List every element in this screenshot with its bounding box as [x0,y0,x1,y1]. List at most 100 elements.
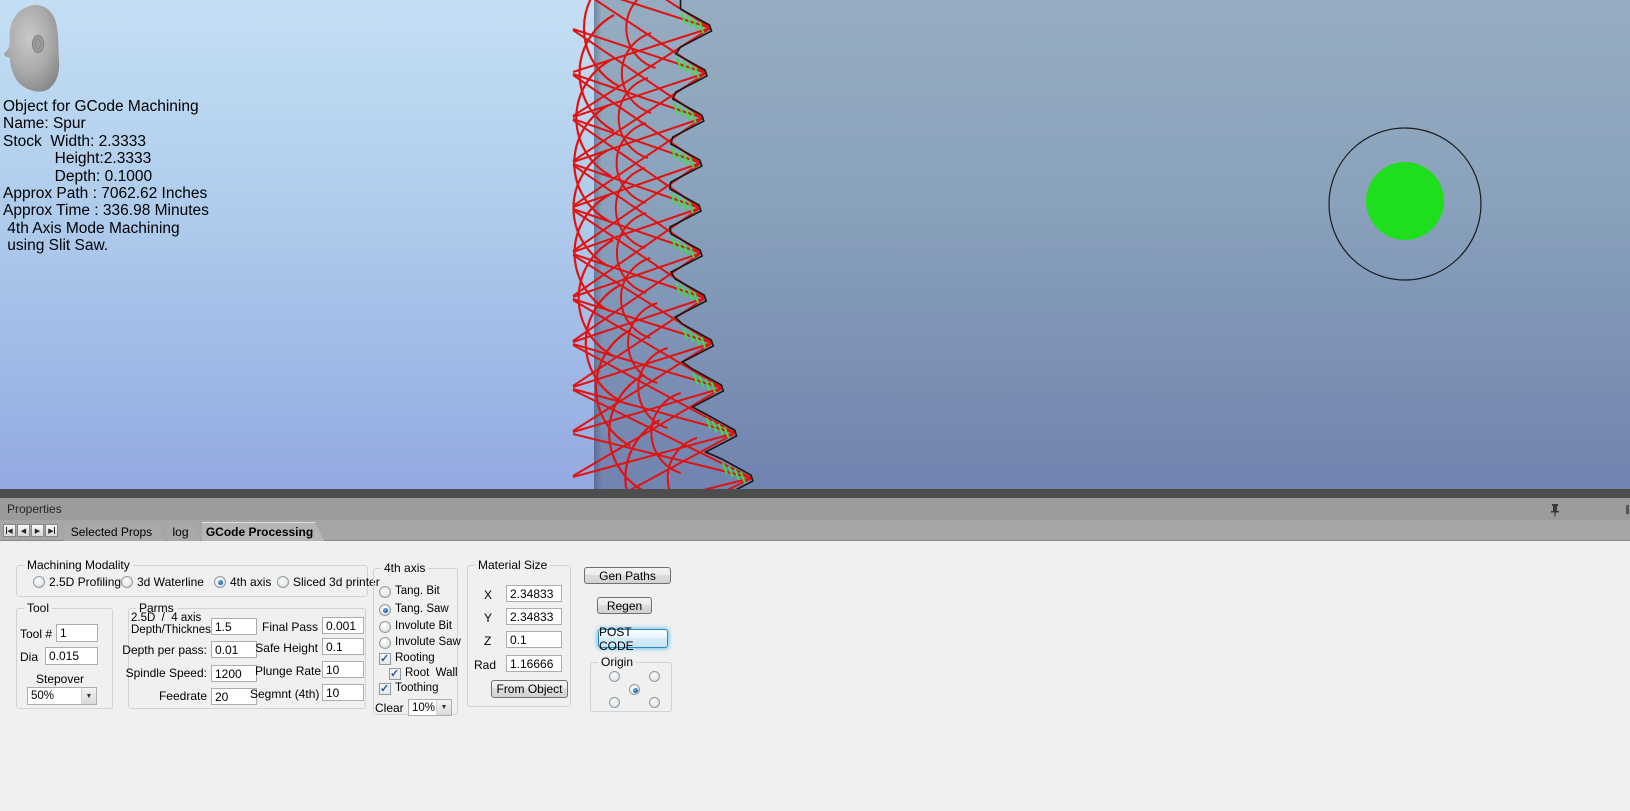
safe-height-label: Safe Height [255,641,318,655]
origin-bottom-right-radio[interactable] [649,697,660,708]
group-label: Tool [24,601,52,615]
origin-bottom-left-radio[interactable] [609,697,620,708]
stepover-label: Stepover [36,672,84,686]
radio-involute-bit[interactable] [379,621,391,633]
material-rad-label: Rad [474,658,496,672]
regen-button[interactable]: Regen [597,597,652,614]
segment-4th-label: Segmnt (4th) [250,687,318,701]
plunge-rate-label: Plunge Rate [255,664,318,678]
panel-divider[interactable] [0,489,1630,498]
post-code-button[interactable]: POST CODE [598,629,668,648]
pin-icon[interactable] [1549,503,1561,517]
from-object-button[interactable]: From Object [491,680,568,698]
gear-toolpath-svg [0,0,1630,489]
radio-label: Tang. Saw [395,603,449,615]
tab-label: Selected Props [71,525,152,539]
info-line: using Slit Saw. [3,237,209,254]
safe-height-input[interactable] [322,638,364,655]
stepover-value: 50% [28,688,81,704]
material-y-label: Y [484,611,492,625]
material-rad-input[interactable] [506,655,562,672]
spindle-speed-input[interactable] [211,665,257,682]
properties-title: Properties [7,502,62,516]
info-line: Approx Time : 336.98 Minutes [3,202,209,219]
viewport-3d[interactable]: Object for GCode Machining Name: Spur St… [0,0,1630,489]
checkbox-label: Root Wall [405,667,458,679]
depth-thickness-input[interactable] [211,618,257,635]
origin-center-radio[interactable] [629,684,640,695]
radio-label: 3d Waterline [137,575,204,589]
clear-label: Clear [375,701,404,715]
info-line: Approx Path : 7062.62 Inches [3,185,209,202]
properties-titlebar: Properties [0,498,1630,520]
origin-top-left-radio[interactable] [609,671,620,682]
tab-nav-last-button[interactable]: ▶ [45,524,58,537]
depth-thickness-label-2: Depth/Thickness [131,624,217,636]
depth-per-pass-label: Depth per pass: [119,643,207,657]
origin-top-right-radio[interactable] [649,671,660,682]
info-line: Depth: 0.1000 [3,168,209,185]
clear-value: 10% [409,700,436,715]
segment-4th-input[interactable] [322,684,364,701]
material-z-input[interactable] [506,631,562,648]
info-line: Object for GCode Machining [3,98,209,115]
info-line: Height:2.3333 [3,150,209,167]
gen-paths-button[interactable]: Gen Paths [584,567,671,584]
tool-number-label: Tool # [20,627,52,641]
final-pass-label: Final Pass [262,620,318,634]
radio-sliced-3d-printer[interactable] [277,576,289,588]
plunge-rate-input[interactable] [322,661,364,678]
dia-label: Dia [20,650,38,664]
clear-select[interactable]: 10% ▼ [408,699,452,716]
final-pass-input[interactable] [322,617,364,634]
radio-label: Sliced 3d printer [293,575,380,589]
info-line: Stock Width: 2.3333 [3,133,209,150]
radio-3d-waterline[interactable] [121,576,133,588]
checkbox-root-wall[interactable] [389,668,401,680]
checkbox-rooting[interactable] [379,653,391,665]
radio-tang-bit[interactable] [379,586,391,598]
checkbox-label: Rooting [395,652,435,664]
spindle-speed-label: Spindle Speed: [119,666,207,680]
radio-label: Tang. Bit [395,585,440,597]
info-line: Name: Spur [3,115,209,132]
checkbox-label: Toothing [395,682,438,694]
checkbox-toothing[interactable] [379,683,391,695]
tab-nav-first-button[interactable]: ◀ [3,524,16,537]
head-model-thumbnail [2,2,66,94]
material-x-input[interactable] [506,585,562,602]
radio-tang-saw[interactable] [379,604,391,616]
radio-involute-saw[interactable] [379,637,391,649]
button-label: From Object [496,682,562,696]
chevron-down-icon: ▼ [436,700,451,715]
tab-label: log [172,525,188,539]
tab-selected-props[interactable]: Selected Props [64,522,166,541]
feedrate-label: Feedrate [119,689,207,703]
dia-input[interactable] [45,647,98,665]
group-label: Machining Modality [24,558,133,572]
tab-nav-prev-button[interactable]: ◀ [17,524,30,537]
button-label: Regen [607,599,642,613]
material-x-label: X [484,588,492,602]
tab-log[interactable]: log [167,522,201,541]
button-label: Gen Paths [599,569,656,583]
stepover-select[interactable]: 50% ▼ [27,687,97,705]
gcode-processing-panel: Machining Modality 2.5D Profiling 3d Wat… [0,541,1630,811]
chevron-down-icon: ▼ [81,688,96,704]
tab-label: GCode Processing [206,525,313,539]
depth-per-pass-input[interactable] [211,641,257,658]
button-label: POST CODE [599,625,667,653]
group-label: Material Size [475,558,550,572]
group-label: 4th axis [381,561,428,575]
radio-label: 2.5D Profiling [49,575,121,589]
group-label: Origin [598,655,636,669]
radio-25d-profiling[interactable] [33,576,45,588]
tab-gcode-processing[interactable]: GCode Processing [202,522,324,541]
machining-info-text: Object for GCode Machining Name: Spur St… [3,98,209,255]
material-y-input[interactable] [506,608,562,625]
info-line: 4th Axis Mode Machining [3,220,209,237]
tab-nav-next-button[interactable]: ▶ [31,524,44,537]
radio-label: 4th axis [230,575,271,589]
radio-4th-axis[interactable] [214,576,226,588]
tool-number-input[interactable] [56,624,98,642]
